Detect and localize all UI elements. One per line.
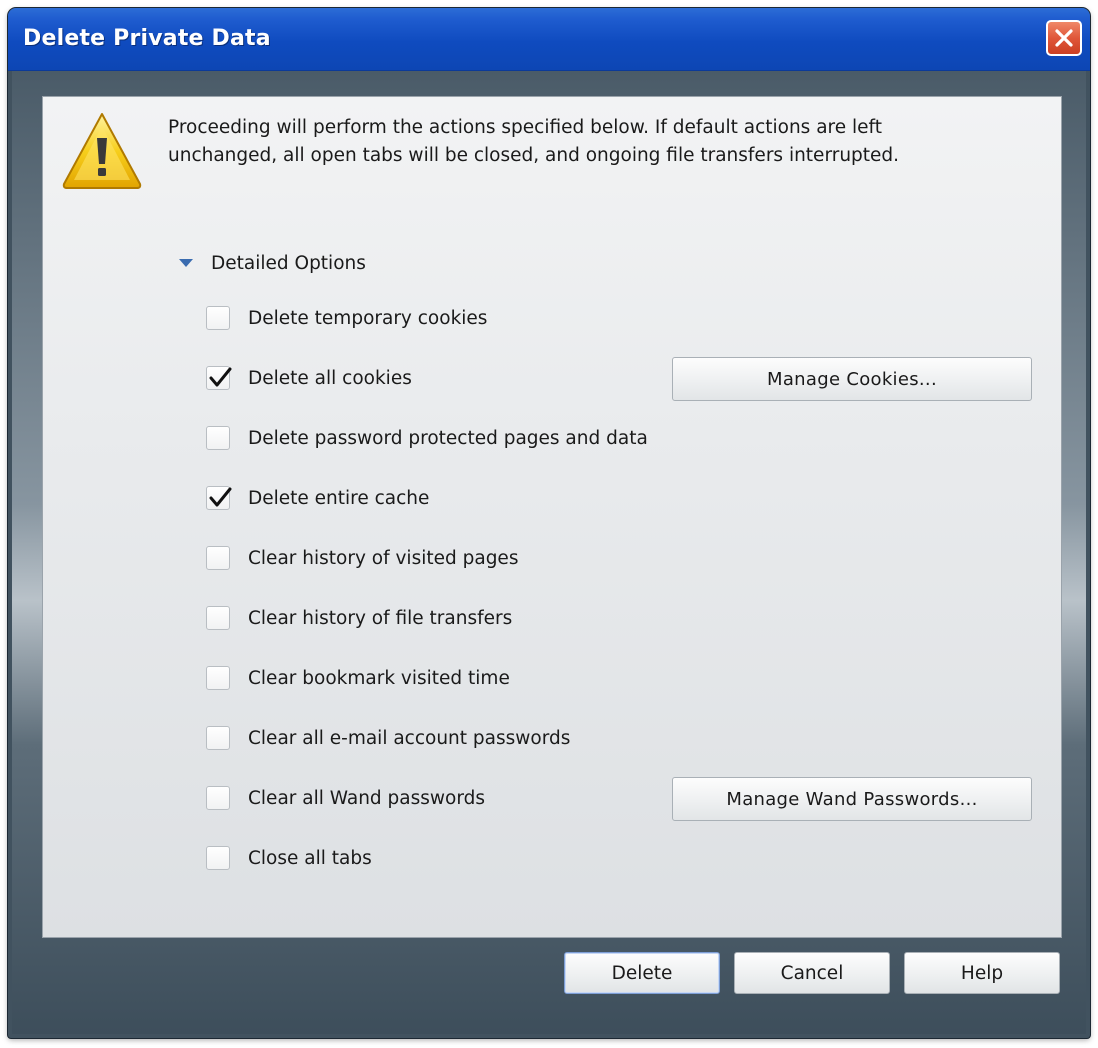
checkbox[interactable] xyxy=(206,666,230,690)
option-label: Close all tabs xyxy=(248,847,372,869)
checkmark-icon xyxy=(209,367,232,387)
option-label: Clear bookmark visited time xyxy=(248,667,510,689)
checkbox-checked[interactable] xyxy=(206,486,232,510)
close-button[interactable] xyxy=(1046,20,1082,56)
manage-cookies-button[interactable]: Manage Cookies... xyxy=(672,357,1032,401)
option-label: Clear all e-mail account passwords xyxy=(248,727,571,749)
checkbox[interactable] xyxy=(206,546,230,570)
cancel-button[interactable]: Cancel xyxy=(734,952,890,994)
warning-icon xyxy=(60,110,144,196)
delete-button[interactable]: Delete xyxy=(564,952,720,994)
option-delete-password-protected-pages[interactable]: Delete password protected pages and data xyxy=(206,423,648,453)
checkbox-checked[interactable] xyxy=(206,366,232,390)
checkbox[interactable] xyxy=(206,846,230,870)
option-close-all-tabs[interactable]: Close all tabs xyxy=(206,843,372,873)
checkmark-icon xyxy=(209,487,232,507)
triangle-down-icon xyxy=(179,259,193,267)
option-label: Delete entire cache xyxy=(248,487,430,509)
manage-wand-passwords-button[interactable]: Manage Wand Passwords... xyxy=(672,777,1032,821)
option-label: Delete password protected pages and data xyxy=(248,427,648,449)
option-clear-history-file-transfers[interactable]: Clear history of file transfers xyxy=(206,603,512,633)
option-clear-wand-passwords[interactable]: Clear all Wand passwords xyxy=(206,783,485,813)
option-clear-history-visited-pages[interactable]: Clear history of visited pages xyxy=(206,543,518,573)
checkbox[interactable] xyxy=(206,606,230,630)
option-label: Delete all cookies xyxy=(248,367,412,389)
window-title: Delete Private Data xyxy=(23,26,271,51)
option-label: Clear history of visited pages xyxy=(248,547,519,569)
option-label: Clear all Wand passwords xyxy=(248,787,486,809)
checkbox[interactable] xyxy=(206,786,230,810)
detailed-options-label: Detailed Options xyxy=(211,252,366,274)
title-bar[interactable]: Delete Private Data xyxy=(8,8,1090,71)
option-clear-bookmark-visited-time[interactable]: Clear bookmark visited time xyxy=(206,663,510,693)
checkbox[interactable] xyxy=(206,306,230,330)
option-delete-temporary-cookies[interactable]: Delete temporary cookies xyxy=(206,303,487,333)
checkbox[interactable] xyxy=(206,726,230,750)
detailed-options-toggle[interactable]: Detailed Options xyxy=(175,249,366,277)
help-button[interactable]: Help xyxy=(904,952,1060,994)
option-delete-entire-cache[interactable]: Delete entire cache xyxy=(206,483,429,513)
option-label: Clear history of file transfers xyxy=(248,607,513,629)
checkbox[interactable] xyxy=(206,426,230,450)
option-label: Delete temporary cookies xyxy=(248,307,488,329)
close-icon xyxy=(1055,29,1073,47)
option-clear-email-passwords[interactable]: Clear all e-mail account passwords xyxy=(206,723,570,753)
warning-message: Proceeding will perform the actions spec… xyxy=(168,117,900,166)
option-delete-all-cookies[interactable]: Delete all cookies xyxy=(206,363,412,393)
